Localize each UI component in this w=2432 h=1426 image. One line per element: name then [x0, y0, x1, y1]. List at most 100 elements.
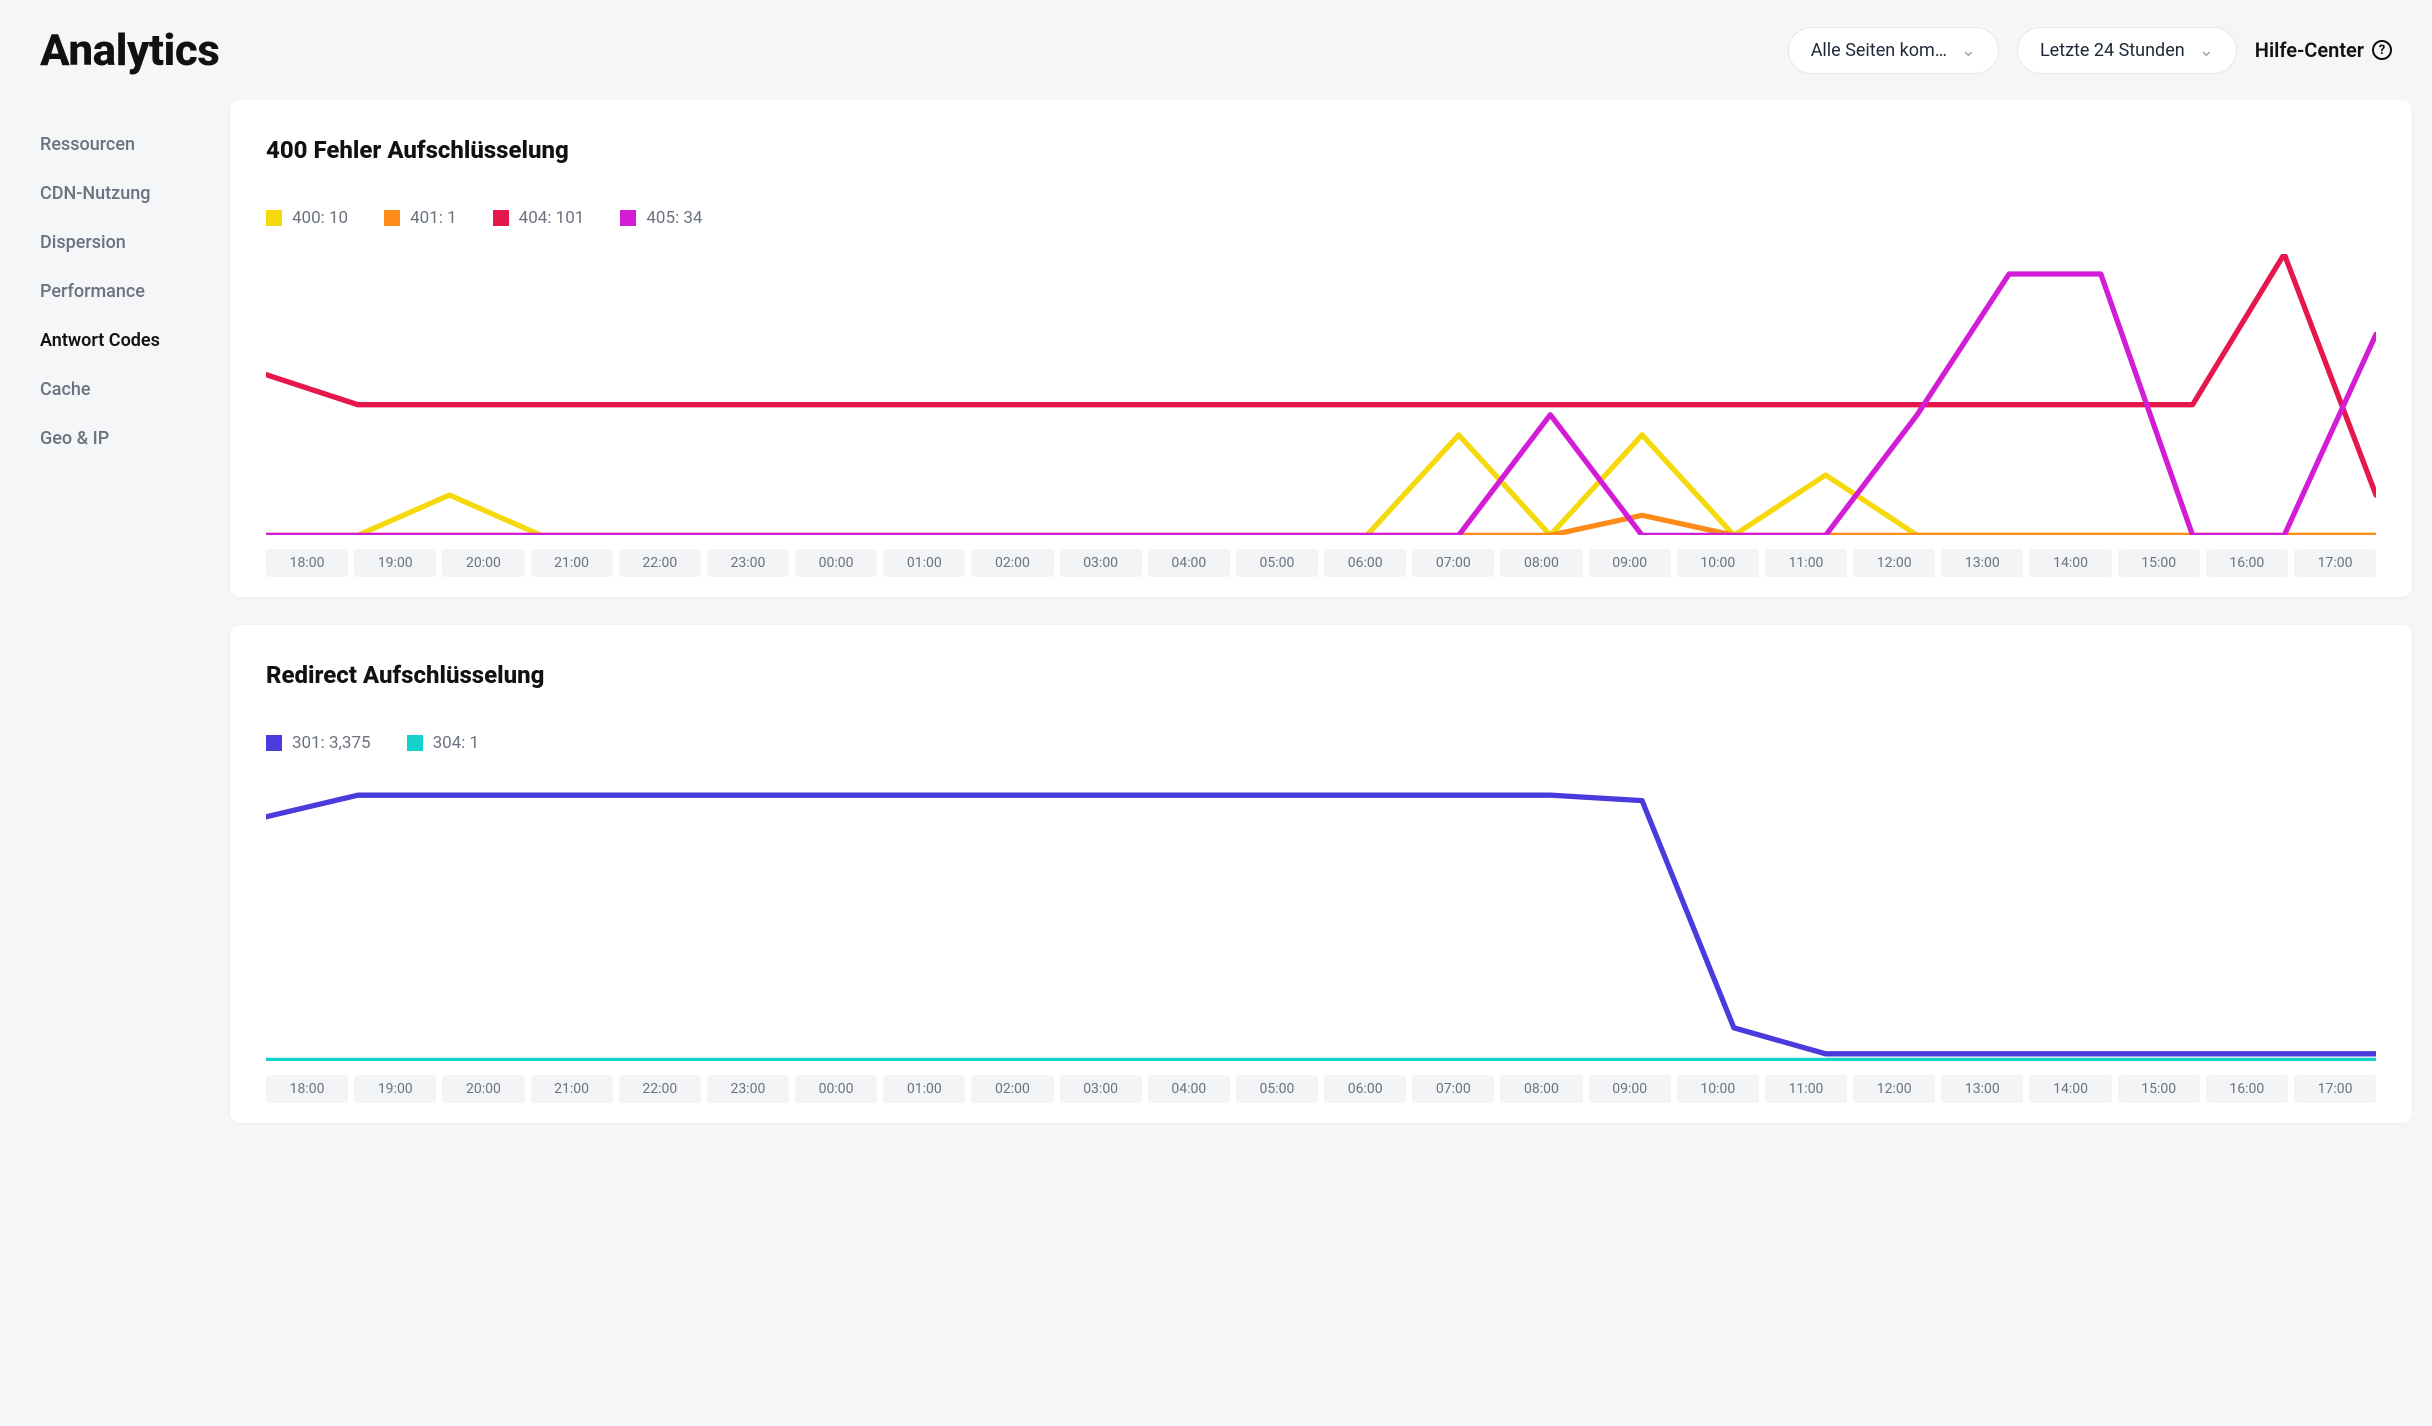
x-tick: 11:00 [1765, 549, 1847, 577]
series-line-400 [266, 435, 2376, 535]
legend-swatch [493, 210, 509, 226]
question-icon: ? [2372, 40, 2392, 60]
page-title: Analytics [40, 24, 219, 76]
series-line-401 [266, 515, 2376, 535]
x-tick: 15:00 [2118, 549, 2200, 577]
help-center-label: Hilfe-Center [2255, 38, 2364, 62]
header-controls: Alle Seiten kom… ⌄ Letzte 24 Stunden ⌄ H… [1788, 27, 2392, 74]
x-tick: 17:00 [2294, 1075, 2376, 1103]
line-chart [266, 779, 2376, 1060]
sidebar-item-cdn-nutzung[interactable]: CDN-Nutzung [40, 169, 200, 218]
x-tick: 12:00 [1853, 1075, 1935, 1103]
x-tick: 21:00 [531, 1075, 613, 1103]
x-tick: 02:00 [971, 549, 1053, 577]
x-tick: 14:00 [2029, 549, 2111, 577]
legend-item[interactable]: 301: 3,375 [266, 733, 371, 753]
x-tick: 21:00 [531, 549, 613, 577]
series-line-404 [266, 254, 2376, 495]
x-tick: 11:00 [1765, 1075, 1847, 1103]
sidebar-item-antwort-codes[interactable]: Antwort Codes [40, 316, 200, 365]
legend-label: 405: 34 [646, 208, 702, 228]
pages-filter-dropdown[interactable]: Alle Seiten kom… ⌄ [1788, 27, 1999, 74]
sidebar-item-ressourcen[interactable]: Ressourcen [40, 120, 200, 169]
chart-title: 400 Fehler Aufschlüsselung [266, 136, 2376, 164]
x-tick: 03:00 [1060, 1075, 1142, 1103]
pages-filter-label: Alle Seiten kom… [1811, 40, 1947, 61]
sidebar-item-performance[interactable]: Performance [40, 267, 200, 316]
chart-card-400-errors: 400 Fehler Aufschlüsselung 400: 10 401: 1… [230, 100, 2412, 597]
x-tick: 05:00 [1236, 549, 1318, 577]
x-tick: 00:00 [795, 1075, 877, 1103]
legend-swatch [384, 210, 400, 226]
x-tick: 08:00 [1500, 549, 1582, 577]
legend-item[interactable]: 404: 101 [493, 208, 585, 228]
x-tick: 20:00 [442, 1075, 524, 1103]
legend-label: 404: 101 [519, 208, 585, 228]
chart-plot-area: 18:0019:0020:0021:0022:0023:0000:0001:00… [266, 254, 2376, 577]
chevron-down-icon: ⌄ [2199, 40, 2214, 61]
x-tick: 07:00 [1412, 1075, 1494, 1103]
x-tick: 06:00 [1324, 549, 1406, 577]
x-axis: 18:0019:0020:0021:0022:0023:0000:0001:00… [266, 1075, 2376, 1103]
sidebar-item-cache[interactable]: Cache [40, 365, 200, 414]
x-tick: 18:00 [266, 1075, 348, 1103]
x-tick: 16:00 [2206, 549, 2288, 577]
legend-label: 400: 10 [292, 208, 348, 228]
x-tick: 04:00 [1148, 1075, 1230, 1103]
legend-swatch [266, 210, 282, 226]
x-tick: 10:00 [1677, 549, 1759, 577]
legend-label: 401: 1 [410, 208, 457, 228]
sidebar: RessourcenCDN-NutzungDispersionPerforman… [20, 100, 210, 1123]
legend-swatch [266, 735, 282, 751]
x-tick: 05:00 [1236, 1075, 1318, 1103]
x-tick: 14:00 [2029, 1075, 2111, 1103]
legend-label: 304: 1 [433, 733, 480, 753]
x-tick: 02:00 [971, 1075, 1053, 1103]
x-tick: 19:00 [354, 549, 436, 577]
x-tick: 06:00 [1324, 1075, 1406, 1103]
chart-legend: 301: 3,375 304: 1 [266, 733, 2376, 753]
x-tick: 09:00 [1589, 1075, 1671, 1103]
x-tick: 04:00 [1148, 549, 1230, 577]
x-tick: 03:00 [1060, 549, 1142, 577]
x-tick: 22:00 [619, 549, 701, 577]
sidebar-item-geo-ip[interactable]: Geo & IP [40, 414, 200, 463]
help-center-link[interactable]: Hilfe-Center ? [2255, 38, 2392, 62]
chart-legend: 400: 10 401: 1 404: 101 405: 34 [266, 208, 2376, 228]
x-axis: 18:0019:0020:0021:0022:0023:0000:0001:00… [266, 549, 2376, 577]
x-tick: 01:00 [883, 549, 965, 577]
legend-label: 301: 3,375 [292, 733, 371, 753]
x-tick: 16:00 [2206, 1075, 2288, 1103]
main-content: 400 Fehler Aufschlüsselung 400: 10 401: 1… [230, 100, 2412, 1123]
time-filter-label: Letzte 24 Stunden [2040, 40, 2185, 61]
x-tick: 07:00 [1412, 549, 1494, 577]
x-tick: 10:00 [1677, 1075, 1759, 1103]
x-tick: 23:00 [707, 1075, 789, 1103]
x-tick: 00:00 [795, 549, 877, 577]
x-tick: 18:00 [266, 549, 348, 577]
x-tick: 13:00 [1941, 1075, 2023, 1103]
x-tick: 17:00 [2294, 549, 2376, 577]
legend-swatch [407, 735, 423, 751]
line-chart [266, 254, 2376, 535]
legend-swatch [620, 210, 636, 226]
x-tick: 19:00 [354, 1075, 436, 1103]
x-tick: 23:00 [707, 549, 789, 577]
time-filter-dropdown[interactable]: Letzte 24 Stunden ⌄ [2017, 27, 2237, 74]
chart-title: Redirect Aufschlüsselung [266, 661, 2376, 689]
series-line-301 [266, 796, 2376, 1055]
x-tick: 08:00 [1500, 1075, 1582, 1103]
x-tick: 15:00 [2118, 1075, 2200, 1103]
legend-item[interactable]: 304: 1 [407, 733, 480, 753]
x-tick: 09:00 [1589, 549, 1671, 577]
legend-item[interactable]: 401: 1 [384, 208, 457, 228]
legend-item[interactable]: 400: 10 [266, 208, 348, 228]
chart-plot-area: 18:0019:0020:0021:0022:0023:0000:0001:00… [266, 779, 2376, 1102]
x-tick: 22:00 [619, 1075, 701, 1103]
x-tick: 20:00 [442, 549, 524, 577]
x-tick: 01:00 [883, 1075, 965, 1103]
x-tick: 13:00 [1941, 549, 2023, 577]
chart-card-redirect: Redirect Aufschlüsselung 301: 3,375 304: … [230, 625, 2412, 1122]
sidebar-item-dispersion[interactable]: Dispersion [40, 218, 200, 267]
legend-item[interactable]: 405: 34 [620, 208, 702, 228]
